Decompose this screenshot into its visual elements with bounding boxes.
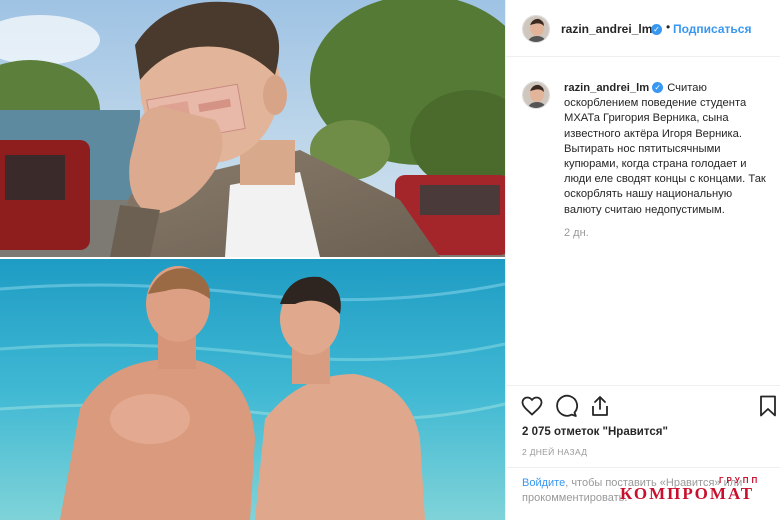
caption-block: razin_andrei_lm ✓ Считаю оскорблением пове… [506, 57, 780, 387]
photo-banknote [0, 0, 505, 257]
like-count[interactable]: 2 075 отметок "Нравится" [522, 426, 668, 438]
bookmark-icon[interactable] [756, 394, 780, 420]
post-caption: razin_andrei_lm ✓ Считаю оскорблением пове… [564, 81, 770, 218]
photo-sea [0, 259, 505, 520]
post-panel: razin_andrei_lm ✓ • Подписаться razin_an… [505, 0, 780, 520]
heart-icon[interactable] [520, 394, 546, 420]
post-date: 2 ДНЕЙ НАЗАД [522, 447, 588, 457]
comment-icon[interactable] [554, 394, 580, 420]
caption-time: 2 дн. [564, 227, 589, 239]
login-link[interactable]: Войдите [522, 477, 565, 489]
verified-badge-icon: ✓ [652, 81, 664, 93]
separator-dot: • [666, 20, 671, 34]
post-header: razin_andrei_lm ✓ • Подписаться [506, 0, 780, 57]
caption-avatar[interactable] [522, 81, 550, 109]
share-icon[interactable] [588, 394, 614, 420]
caption-username[interactable]: razin_andrei_lm [564, 82, 649, 94]
caption-text: Считаю оскорблением поведение студента М… [564, 82, 766, 216]
avatar[interactable] [522, 15, 550, 43]
follow-button[interactable]: Подписаться [673, 22, 751, 36]
post-image[interactable] [0, 0, 505, 520]
verified-badge-icon: ✓ [651, 24, 662, 35]
username[interactable]: razin_andrei_lm [561, 22, 652, 36]
watermark-logo: КОМПРОМАТ [620, 484, 755, 503]
